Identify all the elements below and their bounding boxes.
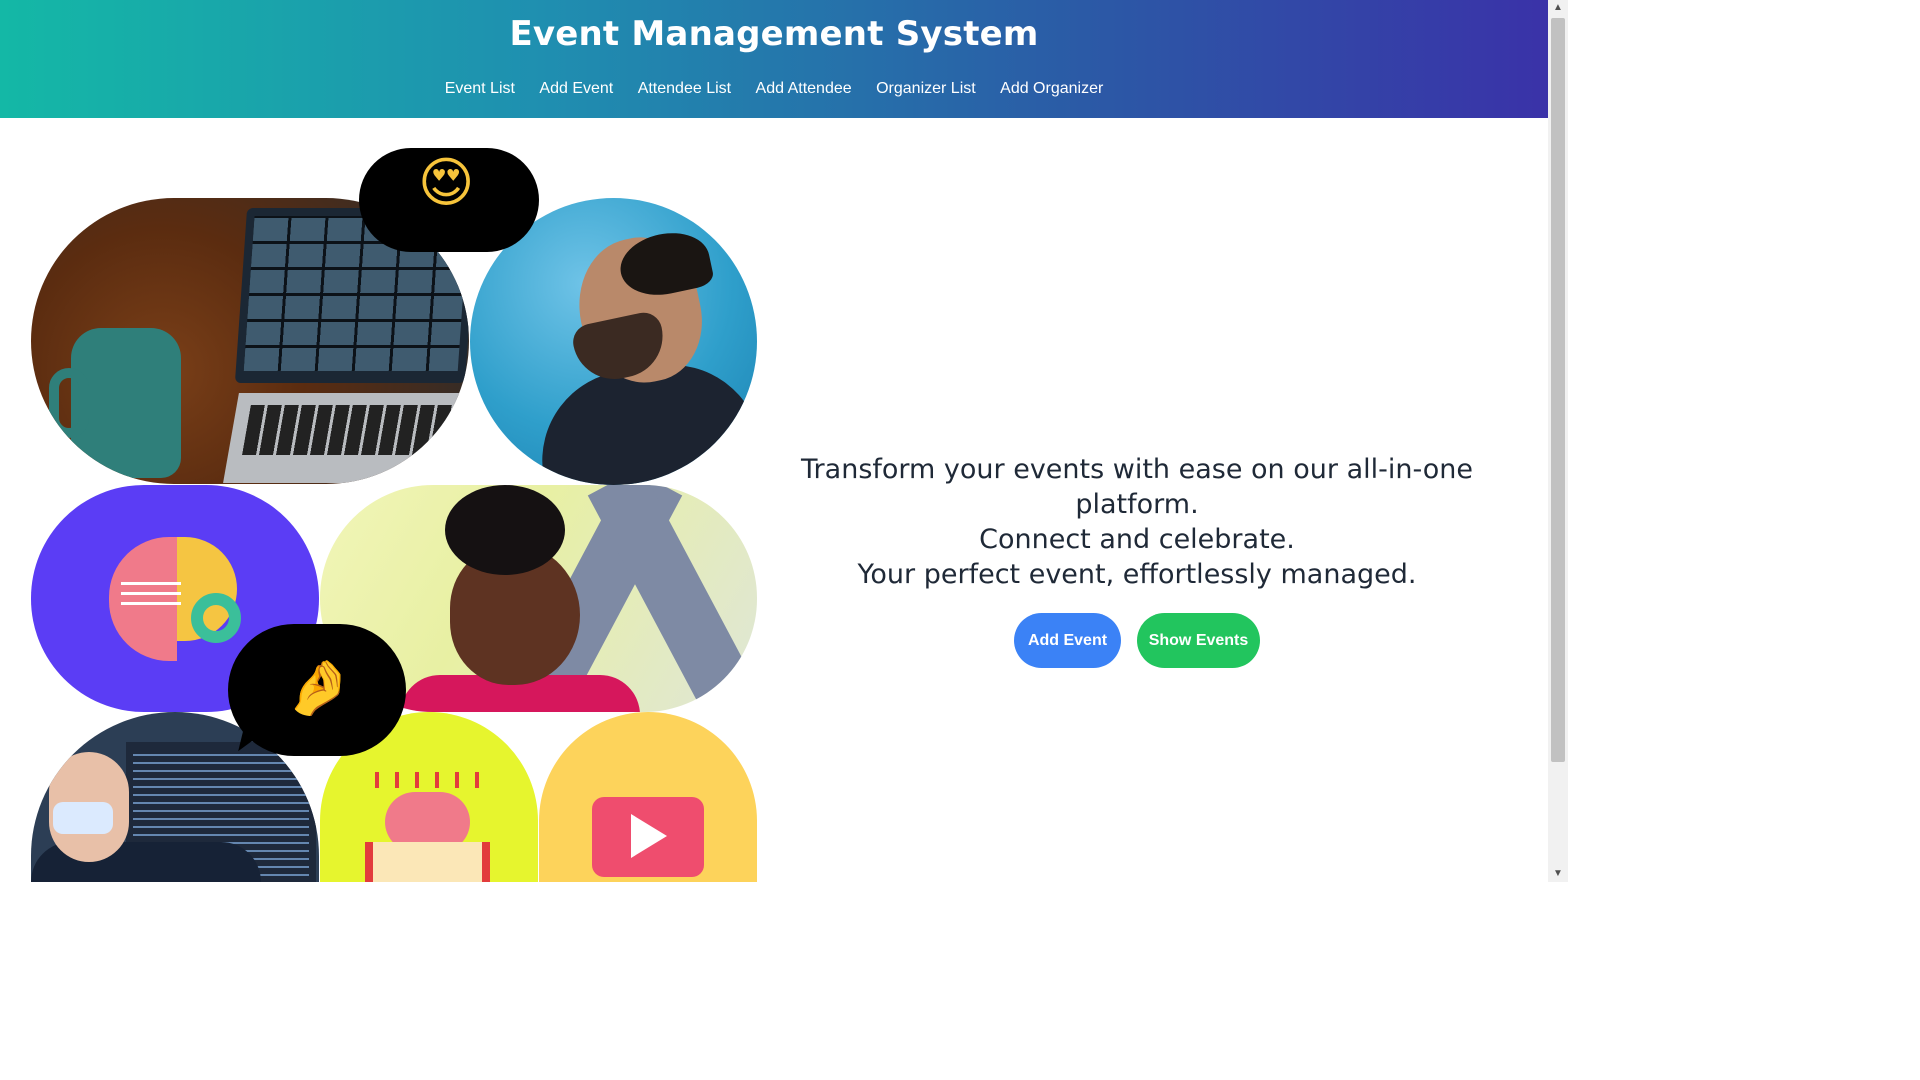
hero-text: Transform your events with ease on our a… xyxy=(800,452,1474,592)
hero-line: Your perfect event, effortlessly managed… xyxy=(857,559,1417,590)
play-triangle-icon xyxy=(631,814,667,858)
show-events-button[interactable]: Show Events xyxy=(1137,613,1260,668)
nav-organizer-list[interactable]: Organizer List xyxy=(876,80,976,98)
nav-attendee-list[interactable]: Attendee List xyxy=(638,80,731,98)
hero-line: Transform your events with ease on our a… xyxy=(801,454,1473,485)
woman-hair xyxy=(445,485,565,575)
scroll-up-arrow-icon[interactable]: ▲ xyxy=(1548,0,1568,16)
keyboard-keys xyxy=(242,405,469,455)
hero-collage: 😍 🤌 xyxy=(0,118,780,882)
nav-event-list[interactable]: Event List xyxy=(445,80,515,98)
pinched-fingers-emoji-icon: 🤌 xyxy=(285,656,353,719)
add-event-button[interactable]: Add Event xyxy=(1014,613,1121,668)
scroll-down-arrow-icon[interactable]: ▼ xyxy=(1548,866,1568,882)
main-nav: Event List Add Event Attendee List Add A… xyxy=(0,80,1548,98)
hero-line: platform. xyxy=(1075,489,1199,520)
app-header: Event Management System Event List Add E… xyxy=(0,0,1548,118)
laptop-keyboard xyxy=(223,393,469,483)
scroll-thumb[interactable] xyxy=(1551,18,1565,762)
nav-add-organizer[interactable]: Add Organizer xyxy=(1000,80,1103,98)
gear-icon xyxy=(191,593,241,643)
heart-eyes-emoji-icon: 😍 xyxy=(418,151,475,214)
idea-rays xyxy=(375,772,485,788)
vertical-scrollbar[interactable]: ▲ ▼ xyxy=(1548,0,1568,882)
nav-add-event[interactable]: Add Event xyxy=(539,80,613,98)
face-mask xyxy=(53,802,113,834)
circuit-lines xyxy=(121,579,181,605)
open-book-icon xyxy=(365,842,490,882)
page-title: Event Management System xyxy=(509,14,1039,54)
video-play-illustration xyxy=(539,712,757,882)
mug-handle-shape xyxy=(49,368,89,438)
hero-line: Connect and celebrate. xyxy=(979,524,1295,555)
nav-add-attendee[interactable]: Add Attendee xyxy=(756,80,852,98)
